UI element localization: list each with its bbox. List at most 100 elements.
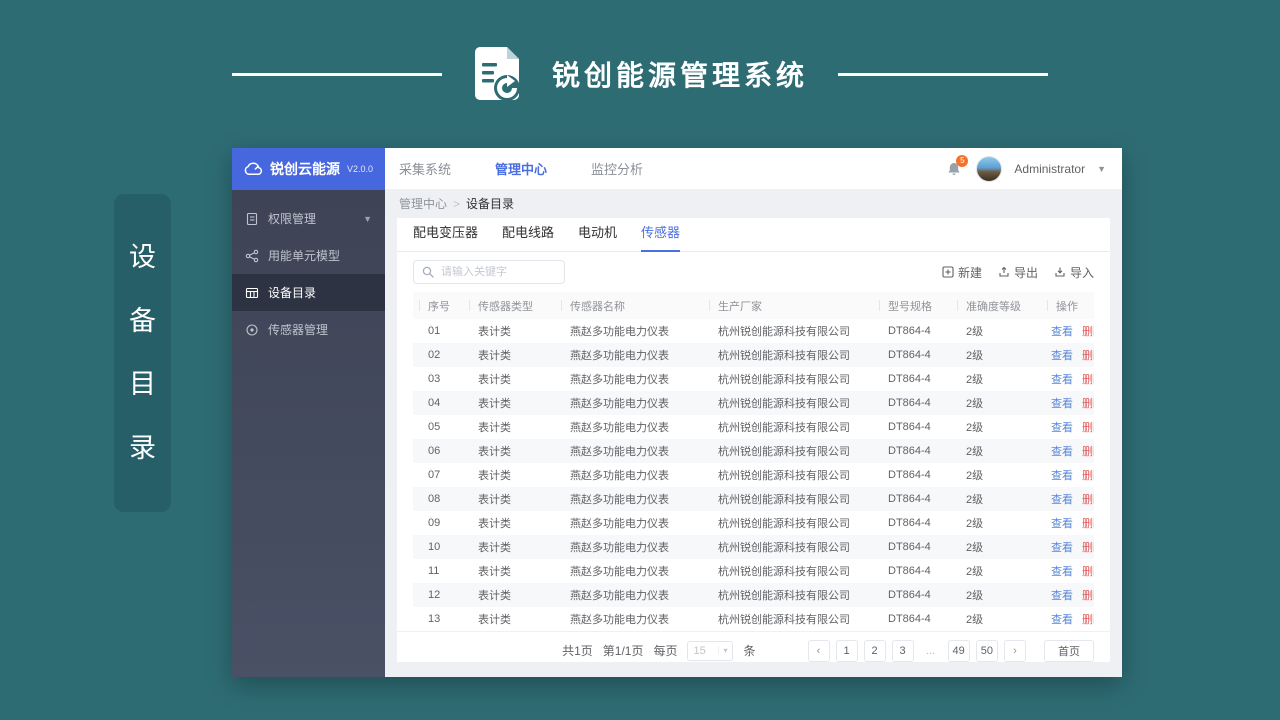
delete-link[interactable]: 删除 [1082, 611, 1094, 627]
delete-link[interactable]: 删除 [1082, 515, 1094, 531]
notifications-button[interactable]: 5 [944, 154, 969, 179]
delete-link[interactable]: 删除 [1082, 563, 1094, 579]
header-right: 5 Administrator ▼ [944, 154, 1106, 182]
table-cell: 2级 [966, 590, 984, 602]
table-cell: 01 [428, 325, 441, 337]
breadcrumb-parent[interactable]: 管理中心 [399, 195, 447, 212]
tab-power-line[interactable]: 配电线路 [502, 222, 554, 252]
table-cell: 2级 [966, 470, 984, 482]
page-ellipsis[interactable]: ... [919, 639, 942, 662]
view-link[interactable]: 查看 [1051, 515, 1073, 531]
table-cell: 杭州锐创能源科技有限公司 [718, 350, 850, 362]
delete-link[interactable]: 删除 [1082, 395, 1094, 411]
view-link[interactable]: 查看 [1051, 347, 1073, 363]
export-button[interactable]: 导出 [998, 264, 1038, 281]
view-link[interactable]: 查看 [1051, 539, 1073, 555]
delete-link[interactable]: 删除 [1082, 467, 1094, 483]
table-cell: DT864-4 [888, 589, 931, 601]
page-button-1[interactable]: 1 [835, 639, 858, 662]
delete-link[interactable]: 删除 [1082, 323, 1094, 339]
import-icon [1055, 267, 1065, 277]
sidebar-item-sensor-management[interactable]: 传感器管理 [232, 311, 385, 348]
row-actions: 查看删除 [1041, 467, 1094, 483]
sidebar-item-energy-unit-model[interactable]: 用能单元模型 [232, 237, 385, 274]
column-header: 操作 [1041, 298, 1094, 314]
table-row: 02 表计类 燕赵多功能电力仪表 杭州锐创能源科技有限公司 DT864-4 2级 查看删除 [413, 343, 1094, 367]
import-button[interactable]: 导入 [1054, 264, 1094, 281]
table-cell: 12 [428, 589, 441, 601]
nav-item-collection-system[interactable]: 采集系统 [399, 147, 451, 190]
page-button-2[interactable]: 2 [863, 639, 886, 662]
table-cell: 杭州锐创能源科技有限公司 [718, 398, 850, 410]
sidebar-logo: 锐创云能源 V2.0.0 [232, 148, 385, 190]
sidebar-item-label: 设备目录 [268, 286, 317, 300]
delete-link[interactable]: 删除 [1082, 539, 1094, 555]
view-link[interactable]: 查看 [1051, 611, 1073, 627]
table-row: 03 表计类 燕赵多功能电力仪表 杭州锐创能源科技有限公司 DT864-4 2级 查看删除 [413, 367, 1094, 391]
table-row: 04 表计类 燕赵多功能电力仪表 杭州锐创能源科技有限公司 DT864-4 2级 查看删除 [413, 391, 1094, 415]
pagination-stats: 共1页 第1/1页 每页 15 ▾ 条 [562, 640, 756, 661]
delete-link[interactable]: 删除 [1082, 371, 1094, 387]
row-actions: 查看删除 [1041, 611, 1094, 627]
page-button-50[interactable]: 50 [975, 639, 998, 662]
view-link[interactable]: 查看 [1051, 467, 1073, 483]
user-menu-caret-icon[interactable]: ▼ [1097, 164, 1106, 174]
view-link[interactable]: 查看 [1051, 587, 1073, 603]
table-cell: 表计类 [478, 446, 511, 458]
per-page-value: 15 [693, 644, 706, 657]
delete-link[interactable]: 删除 [1082, 491, 1094, 507]
cloud-icon [244, 162, 263, 175]
table-cell: 11 [428, 565, 440, 577]
table-cell: 2级 [966, 518, 984, 530]
view-link[interactable]: 查看 [1051, 443, 1073, 459]
table-cell: 2级 [966, 566, 984, 578]
search-input[interactable] [441, 266, 556, 278]
delete-link[interactable]: 删除 [1082, 443, 1094, 459]
tab-transformer[interactable]: 配电变压器 [413, 222, 478, 252]
export-icon [999, 266, 1009, 277]
view-link[interactable]: 查看 [1051, 419, 1073, 435]
nav-item-monitoring-analysis[interactable]: 监控分析 [591, 147, 643, 190]
table-cell: 杭州锐创能源科技有限公司 [718, 446, 850, 458]
view-link[interactable]: 查看 [1051, 563, 1073, 579]
prev-page-button[interactable]: ‹ [807, 639, 830, 662]
row-actions: 查看删除 [1041, 491, 1094, 507]
page-button-49[interactable]: 49 [947, 639, 970, 662]
table-cell: DT864-4 [888, 349, 931, 361]
delete-link[interactable]: 删除 [1082, 347, 1094, 363]
view-link[interactable]: 查看 [1051, 491, 1073, 507]
table-cell: 杭州锐创能源科技有限公司 [718, 374, 850, 386]
view-link[interactable]: 查看 [1051, 323, 1073, 339]
table-row: 05 表计类 燕赵多功能电力仪表 杭州锐创能源科技有限公司 DT864-4 2级 查看删除 [413, 415, 1094, 439]
tab-motor[interactable]: 电动机 [578, 222, 617, 252]
next-page-button[interactable]: › [1004, 639, 1026, 662]
sidebar: 锐创云能源 V2.0.0 权限管理 ▼ 用能单元模型 设备目录 传感器管理 [232, 148, 385, 677]
stepper-icon[interactable]: ▾ [718, 646, 727, 655]
table-cell: 表计类 [478, 398, 511, 410]
view-link[interactable]: 查看 [1051, 371, 1073, 387]
export-button-label: 导出 [1013, 265, 1038, 280]
pagination-bar: 共1页 第1/1页 每页 15 ▾ 条 ‹ 1 2 3... 49 50 › 首页 [397, 631, 1110, 669]
table-cell: 2级 [966, 422, 984, 434]
logo-text: 锐创云能源 [269, 161, 340, 177]
banner-rule-right [838, 72, 1048, 76]
page-button-3[interactable]: 3 [891, 639, 914, 662]
per-page-label: 每页 [653, 644, 678, 658]
sidebar-item-permissions[interactable]: 权限管理 ▼ [232, 200, 385, 237]
new-icon [942, 266, 954, 278]
new-button[interactable]: 新建 [942, 264, 982, 281]
row-actions: 查看删除 [1041, 371, 1094, 387]
delete-link[interactable]: 删除 [1082, 419, 1094, 435]
sidebar-item-device-catalog[interactable]: 设备目录 [232, 274, 385, 311]
logo-version: V2.0.0 [346, 164, 373, 174]
table-row: 08 表计类 燕赵多功能电力仪表 杭州锐创能源科技有限公司 DT864-4 2级 查看删除 [413, 487, 1094, 511]
nav-item-management-center[interactable]: 管理中心 [495, 147, 547, 190]
table-cell: 10 [428, 541, 441, 553]
home-page-button[interactable]: 首页 [1044, 639, 1094, 662]
avatar[interactable] [976, 155, 1003, 182]
table-cell: 表计类 [478, 470, 511, 482]
view-link[interactable]: 查看 [1051, 395, 1073, 411]
per-page-input[interactable]: 15 ▾ [687, 640, 734, 661]
tab-sensor[interactable]: 传感器 [641, 222, 681, 252]
delete-link[interactable]: 删除 [1082, 587, 1094, 603]
